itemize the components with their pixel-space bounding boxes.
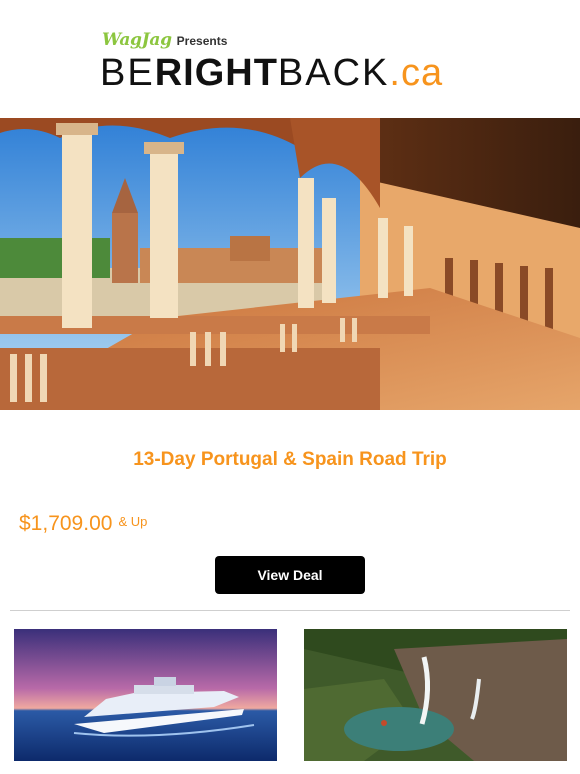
email-header: WagJag Presents BERIGHTBACK.ca bbox=[0, 0, 580, 118]
berightback-logo[interactable]: BERIGHTBACK.ca bbox=[100, 52, 443, 95]
view-deal-button[interactable]: View Deal bbox=[215, 556, 365, 594]
wagjag-logo[interactable]: WagJag bbox=[102, 30, 172, 50]
waterfall-photo bbox=[304, 629, 567, 761]
hero-image[interactable] bbox=[0, 118, 580, 410]
price-suffix: & Up bbox=[118, 514, 148, 529]
section-divider bbox=[10, 610, 570, 611]
brand-part-back: BACK bbox=[277, 52, 390, 94]
cruise-thumbnail[interactable] bbox=[14, 629, 277, 761]
partner-presents-line: WagJag Presents bbox=[102, 30, 227, 50]
brand-part-right: RIGHT bbox=[154, 52, 278, 94]
cruise-ship-photo bbox=[14, 629, 277, 761]
seville-arcade-photo bbox=[0, 118, 580, 410]
price-row: $1,709.00 & Up bbox=[19, 512, 147, 536]
brand-part-ca: .ca bbox=[389, 52, 444, 94]
presents-label: Presents bbox=[176, 34, 228, 48]
brand-part-be: BE bbox=[100, 52, 155, 94]
waterfall-thumbnail[interactable] bbox=[304, 629, 567, 761]
deal-price: $1,709.00 bbox=[19, 512, 113, 535]
deal-title[interactable]: 13-Day Portugal & Spain Road Trip bbox=[0, 449, 580, 471]
